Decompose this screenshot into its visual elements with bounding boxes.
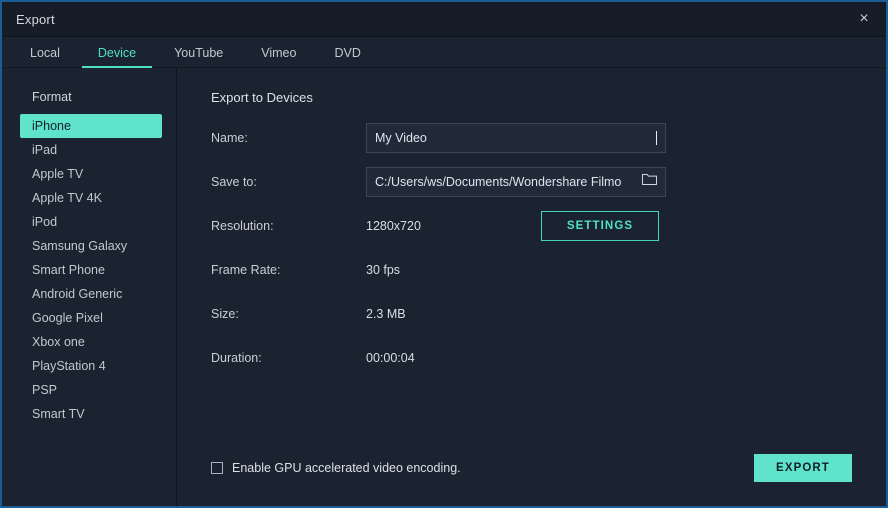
sidebar-item-samsung-galaxy[interactable]: Samsung Galaxy [20,234,162,258]
export-dialog: Export × Local Device YouTube Vimeo DVD … [0,0,888,508]
duration-label: Duration: [211,351,366,365]
sidebar-item-smart-tv[interactable]: Smart TV [20,402,162,426]
sidebar-item-smart-phone[interactable]: Smart Phone [20,258,162,282]
gpu-checkbox[interactable] [211,462,223,474]
frame-rate-label: Frame Rate: [211,263,366,277]
size-value: 2.3 MB [366,307,541,321]
sidebar-item-ipod[interactable]: iPod [20,210,162,234]
save-to-row: Save to: C:/Users/ws/Documents/Wondersha… [211,167,886,197]
dialog-body: Format iPhone iPad Apple TV Apple TV 4K … [2,68,886,506]
folder-icon[interactable] [642,173,657,191]
name-input[interactable]: My Video [366,123,666,153]
resolution-label: Resolution: [211,219,366,233]
tab-local[interactable]: Local [14,46,76,68]
resolution-row: Resolution: 1280x720 SETTINGS [211,211,886,241]
resolution-value: 1280x720 [366,219,541,233]
sidebar-item-apple-tv[interactable]: Apple TV [20,162,162,186]
sidebar-item-iphone[interactable]: iPhone [20,114,162,138]
title-bar: Export × [2,2,886,37]
sidebar-item-android-generic[interactable]: Android Generic [20,282,162,306]
save-to-input-value: C:/Users/ws/Documents/Wondershare Filmo [375,175,636,189]
window-title: Export [2,12,55,27]
format-sidebar: Format iPhone iPad Apple TV Apple TV 4K … [2,68,177,506]
size-row: Size: 2.3 MB [211,299,886,329]
sidebar-item-psp[interactable]: PSP [20,378,162,402]
settings-button[interactable]: SETTINGS [541,211,659,241]
sidebar-item-ipad[interactable]: iPad [20,138,162,162]
duration-value: 00:00:04 [366,351,541,365]
frame-rate-row: Frame Rate: 30 fps [211,255,886,285]
size-label: Size: [211,307,366,321]
save-to-input[interactable]: C:/Users/ws/Documents/Wondershare Filmo [366,167,666,197]
name-input-value: My Video [375,131,655,145]
tab-youtube[interactable]: YouTube [158,46,239,68]
sidebar-item-xbox-one[interactable]: Xbox one [20,330,162,354]
close-icon[interactable]: × [842,2,886,35]
name-row: Name: My Video [211,123,886,153]
duration-row: Duration: 00:00:04 [211,343,886,373]
gpu-checkbox-label: Enable GPU accelerated video encoding. [232,461,461,475]
tab-dvd[interactable]: DVD [318,46,376,68]
panel-heading: Export to Devices [211,90,886,105]
export-settings-panel: Export to Devices Name: My Video Save to… [177,68,886,506]
panel-footer: Enable GPU accelerated video encoding. E… [211,454,886,506]
format-list: iPhone iPad Apple TV Apple TV 4K iPod Sa… [2,114,176,426]
name-label: Name: [211,131,366,145]
tab-bar: Local Device YouTube Vimeo DVD [2,37,886,68]
tab-device[interactable]: Device [82,46,152,68]
frame-rate-value: 30 fps [366,263,541,277]
format-heading: Format [2,90,176,114]
sidebar-item-playstation-4[interactable]: PlayStation 4 [20,354,162,378]
sidebar-item-apple-tv-4k[interactable]: Apple TV 4K [20,186,162,210]
export-button[interactable]: EXPORT [754,454,852,482]
export-form: Name: My Video Save to: C:/Users/ws/Docu… [211,123,886,387]
sidebar-item-google-pixel[interactable]: Google Pixel [20,306,162,330]
panel-spacer [211,387,886,454]
save-to-label: Save to: [211,175,366,189]
gpu-checkbox-row[interactable]: Enable GPU accelerated video encoding. [211,461,461,475]
text-caret [656,131,657,145]
tab-vimeo[interactable]: Vimeo [245,46,312,68]
